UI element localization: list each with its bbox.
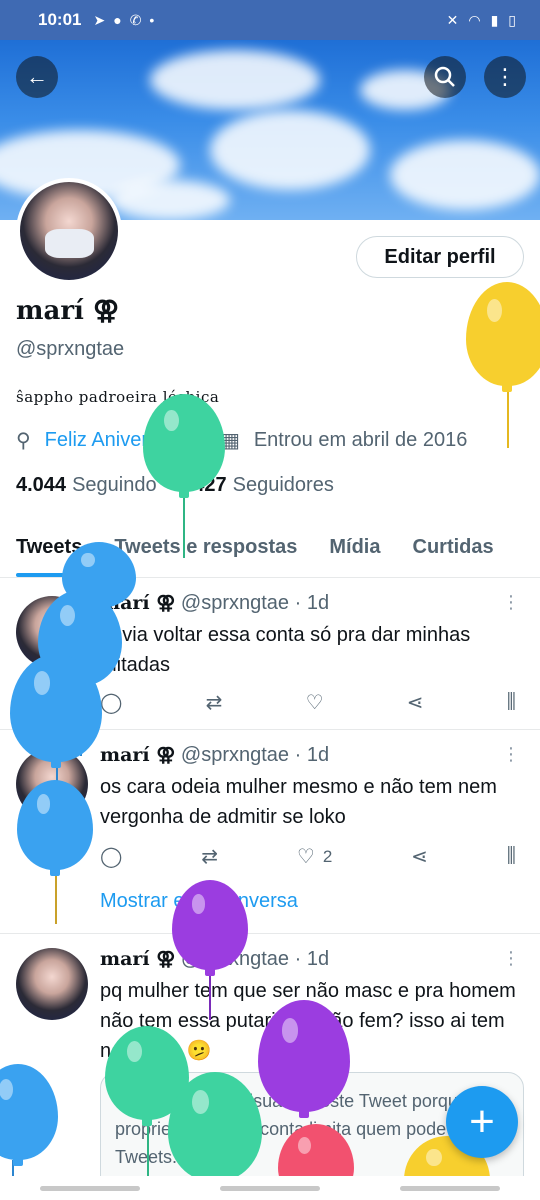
profile-handle: @sprxngtae xyxy=(16,338,125,360)
tweet-author-name[interactable]: marí ⚢ xyxy=(100,744,175,766)
status-bar: 10:01 ➤ ● ✆ • ✕ ◠ ▮ ▯ xyxy=(0,0,540,40)
tweet-time: · 1d xyxy=(294,592,330,614)
tab-media[interactable]: Mídia xyxy=(313,520,396,577)
edit-profile-button[interactable]: Editar perfil xyxy=(356,236,524,278)
nav-home[interactable] xyxy=(220,1185,320,1191)
battery-icon: ▯ xyxy=(508,11,516,28)
system-icons: ✕ ◠ ▮ ▯ xyxy=(447,12,516,29)
balloon-blue xyxy=(17,780,93,870)
more-button[interactable]: ⋮ xyxy=(484,56,526,98)
tweet-more-icon[interactable]: ⋮ xyxy=(502,592,520,613)
back-button[interactable]: ← xyxy=(16,56,58,98)
compose-button[interactable]: + xyxy=(446,1086,518,1158)
whatsapp-icon: ✆ xyxy=(129,11,142,28)
profile-avatar[interactable] xyxy=(16,178,122,284)
tweet-author-handle: @sprxngtae xyxy=(180,744,290,766)
notification-icons: ➤ ● ✆ • xyxy=(93,12,154,29)
balloon-green xyxy=(168,1072,262,1182)
profile-meta: ⚲ Feliz Aniversário! ▦ Entrou em abril d… xyxy=(16,428,467,453)
retweet-icon[interactable]: ⇄ xyxy=(201,844,218,869)
share-icon[interactable]: ⋖ xyxy=(411,844,428,869)
following-label[interactable]: Seguindo xyxy=(72,474,157,497)
reply-icon[interactable]: ◯ xyxy=(100,690,122,715)
profile-name: marí ⚢ xyxy=(16,296,120,326)
search-icon xyxy=(434,66,455,87)
balloon-icon: ⚲ xyxy=(16,430,31,452)
tweet-text: os cara odeia mulher mesmo e não tem nem… xyxy=(100,776,497,828)
tweet-more-icon[interactable]: ⋮ xyxy=(502,744,520,765)
tab-likes[interactable]: Curtidas xyxy=(397,520,510,577)
like-count: 2 xyxy=(322,846,333,866)
retweet-icon[interactable]: ⇄ xyxy=(206,690,223,715)
status-time: 10:01 xyxy=(38,10,82,29)
followers-label[interactable]: Seguidores xyxy=(233,474,334,497)
more-vertical-icon: ⋮ xyxy=(494,64,516,89)
compose-plus-icon: + xyxy=(469,1097,495,1146)
tweet-actions: ◯ ⇄ ♡ 2 ⋖ ⫼ xyxy=(100,844,516,869)
system-nav-bar xyxy=(0,1176,540,1200)
balloon-blue xyxy=(10,654,102,762)
tweet-time: · 1d xyxy=(294,948,330,970)
tweet-text: devia voltar essa conta só pra dar minha… xyxy=(100,624,471,676)
avatar[interactable] xyxy=(16,948,88,1020)
tweet-author-handle: @sprxngtae xyxy=(180,592,290,614)
search-button[interactable] xyxy=(424,56,466,98)
dot-icon: • xyxy=(149,12,155,28)
mute-icon: ✕ xyxy=(446,11,459,28)
balloon-green xyxy=(143,394,225,492)
balloon-yellow xyxy=(466,282,540,386)
tweet-header: marí ⚢ @sprxngtae · 1d xyxy=(100,592,329,615)
tweet-author-name[interactable]: marí ⚢ xyxy=(100,948,175,970)
signal-icon: ▮ xyxy=(490,11,499,28)
nav-back[interactable] xyxy=(400,1185,500,1191)
like-button[interactable]: ♡ 2 xyxy=(297,844,332,869)
balloon-purple xyxy=(172,880,248,970)
like-icon: ♡ xyxy=(296,846,315,868)
share-icon[interactable]: ⋖ xyxy=(407,690,424,715)
tweet-time: · 1d xyxy=(294,744,330,766)
joined-date: Entrou em abril de 2016 xyxy=(253,429,468,451)
back-arrow-icon: ← xyxy=(26,64,48,89)
tweet-header: marí ⚢ @sprxngtae · 1d xyxy=(100,744,329,767)
reply-icon[interactable]: ◯ xyxy=(100,844,122,869)
balloon-purple xyxy=(258,1000,350,1112)
app-icon: ● xyxy=(113,12,122,28)
like-icon[interactable]: ♡ xyxy=(306,690,324,715)
telegram-icon: ➤ xyxy=(93,11,106,28)
wifi-icon: ◠ xyxy=(468,11,481,28)
analytics-icon[interactable]: ⫼ xyxy=(507,844,516,869)
tweet-more-icon[interactable]: ⋮ xyxy=(502,948,520,969)
analytics-icon[interactable]: ⫼ xyxy=(507,690,516,715)
nav-recents[interactable] xyxy=(40,1185,140,1191)
following-count[interactable]: 4.044 xyxy=(16,474,66,497)
tweet-actions: ◯ ⇄ ♡ ⋖ ⫼ xyxy=(100,690,516,715)
